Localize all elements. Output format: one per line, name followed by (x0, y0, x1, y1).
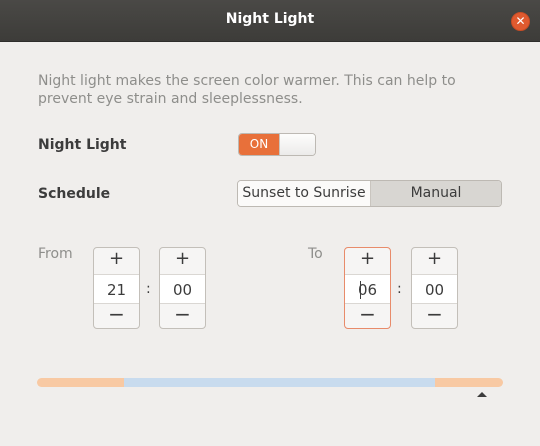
from-minutes-input[interactable]: 00 (160, 274, 205, 304)
close-button[interactable]: ✕ (511, 12, 530, 31)
from-hours-spinner: + 21 − (93, 247, 140, 329)
schedule-label: Schedule (38, 186, 111, 202)
from-hours-decrement-button[interactable]: − (94, 304, 139, 328)
from-hours-increment-button[interactable]: + (94, 248, 139, 272)
night-light-toggle[interactable]: ON (238, 133, 316, 156)
to-minutes-decrement-button[interactable]: − (412, 304, 457, 328)
schedule-selector: Sunset to Sunrise Manual (237, 180, 502, 207)
toggle-knob[interactable] (279, 134, 315, 155)
to-minutes-increment-button[interactable]: + (412, 248, 457, 272)
to-hours-increment-button[interactable]: + (345, 248, 390, 272)
night-light-dialog: Night Light ✕ Night light makes the scre… (0, 0, 540, 446)
to-hours-input[interactable]: 06 (345, 274, 390, 304)
to-minutes-spinner: + 00 − (411, 247, 458, 329)
timeline-warm-segment-start (37, 378, 124, 387)
from-minutes-decrement-button[interactable]: − (160, 304, 205, 328)
window-title: Night Light (225, 11, 315, 27)
toggle-on-text: ON (239, 134, 279, 155)
title-bar[interactable]: Night Light ✕ (0, 0, 540, 42)
current-time-marker-icon (477, 392, 487, 397)
text-cursor (360, 281, 361, 299)
from-time-separator: : (146, 281, 151, 297)
from-minutes-increment-button[interactable]: + (160, 248, 205, 272)
to-time-separator: : (397, 281, 402, 297)
timeline-cool-segment (124, 378, 435, 387)
schedule-option-manual[interactable]: Manual (371, 181, 501, 206)
schedule-option-sunset-to-sunrise[interactable]: Sunset to Sunrise (238, 181, 371, 206)
from-minutes-spinner: + 00 − (159, 247, 206, 329)
from-hours-input[interactable]: 21 (94, 274, 139, 304)
to-hours-decrement-button[interactable]: − (345, 304, 390, 328)
timeline-warm-segment-end (435, 378, 503, 387)
schedule-timeline-bar (37, 378, 503, 387)
from-label: From (38, 246, 73, 262)
to-minutes-input[interactable]: 00 (412, 274, 457, 304)
to-label: To (308, 246, 323, 262)
night-light-label: Night Light (38, 137, 127, 153)
close-icon: ✕ (515, 14, 526, 28)
to-hours-spinner: + 06 − (344, 247, 391, 329)
description-text: Night light makes the screen color warme… (38, 73, 456, 107)
